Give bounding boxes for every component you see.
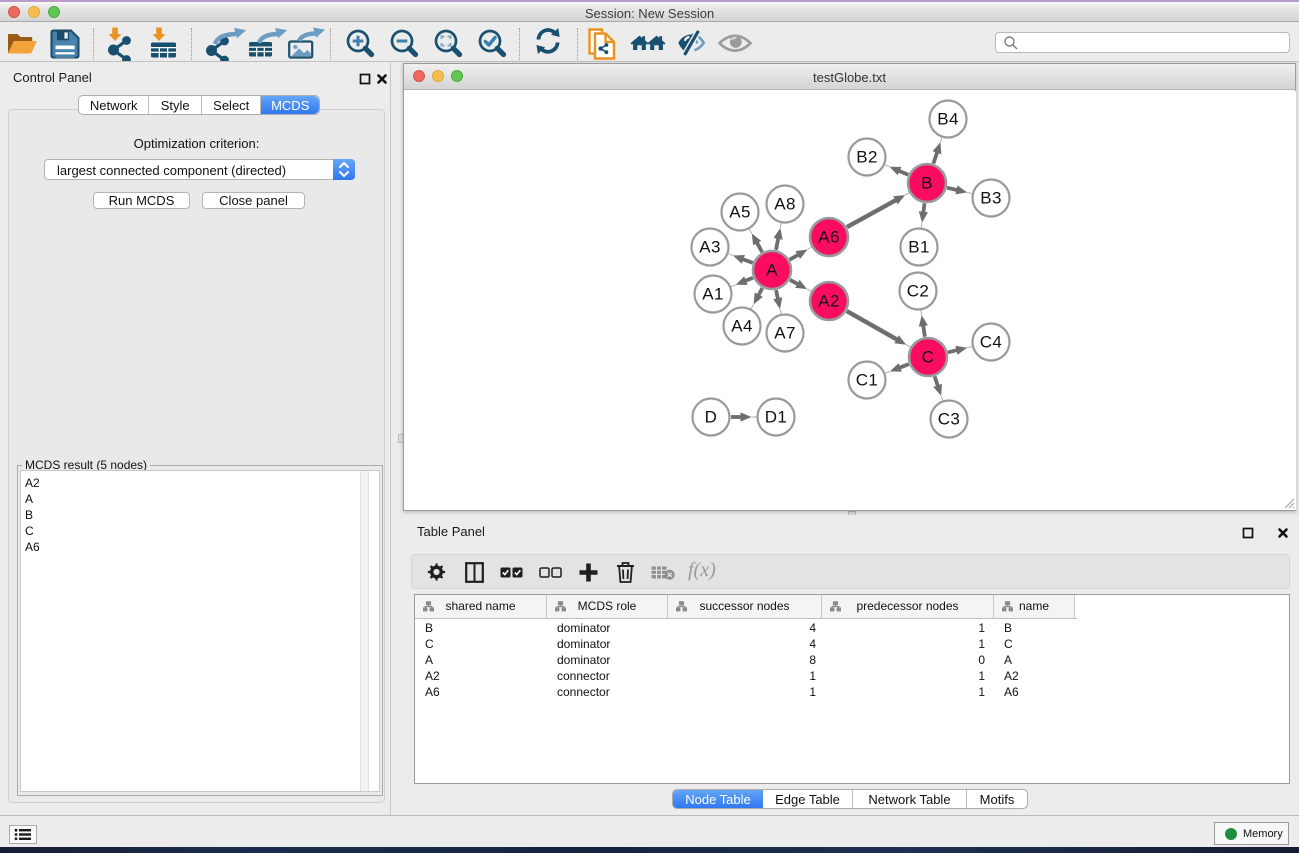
svg-text:A1: A1 — [702, 285, 724, 304]
svg-text:C2: C2 — [907, 282, 930, 301]
svg-text:A3: A3 — [699, 238, 721, 257]
svg-text:D1: D1 — [765, 408, 788, 427]
svg-text:A2: A2 — [818, 292, 840, 311]
svg-text:C3: C3 — [938, 410, 961, 429]
svg-text:B2: B2 — [856, 148, 878, 167]
svg-text:C1: C1 — [856, 371, 879, 390]
svg-text:A5: A5 — [729, 203, 751, 222]
svg-text:C4: C4 — [980, 333, 1003, 352]
svg-text:C: C — [922, 348, 935, 367]
svg-text:B: B — [921, 174, 933, 193]
svg-text:B3: B3 — [980, 189, 1002, 208]
svg-text:B1: B1 — [908, 238, 930, 257]
svg-text:B4: B4 — [937, 110, 959, 129]
svg-text:D: D — [705, 408, 718, 427]
svg-text:A7: A7 — [774, 324, 796, 343]
svg-text:A: A — [766, 261, 778, 280]
svg-text:A8: A8 — [774, 195, 796, 214]
svg-text:A4: A4 — [731, 317, 753, 336]
svg-text:A6: A6 — [818, 228, 840, 247]
